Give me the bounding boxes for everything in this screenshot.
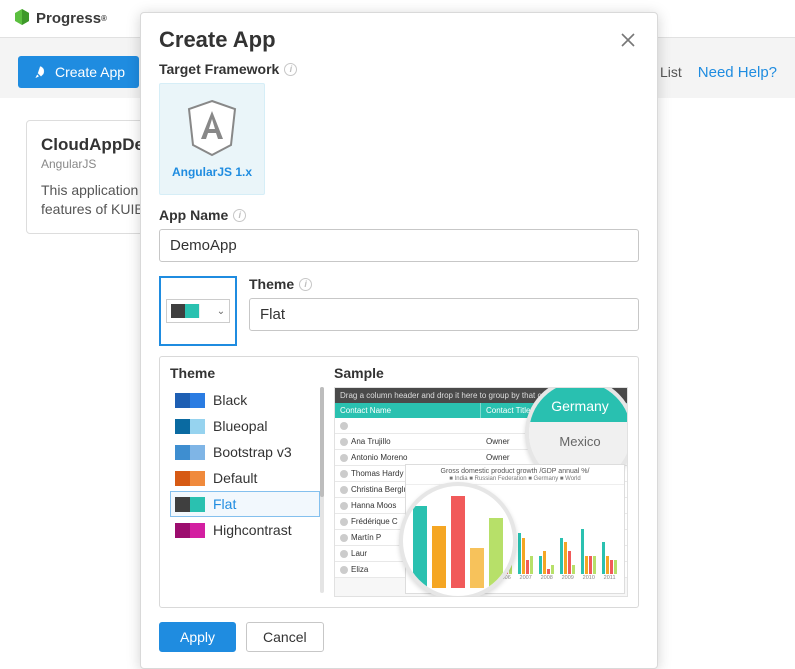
magnifier-bars bbox=[399, 482, 517, 597]
framework-name: AngularJS 1.x bbox=[172, 165, 252, 179]
theme-label: Theme i bbox=[249, 276, 639, 292]
theme-input[interactable] bbox=[249, 298, 639, 331]
create-app-button[interactable]: Create App bbox=[18, 56, 139, 88]
apply-button[interactable]: Apply bbox=[159, 622, 236, 652]
app-name-label: App Name i bbox=[159, 207, 639, 223]
close-icon[interactable] bbox=[617, 27, 639, 56]
modal-title: Create App bbox=[159, 27, 276, 53]
target-framework-label: Target Framework i bbox=[159, 61, 639, 77]
progress-icon bbox=[12, 9, 32, 29]
angularjs-icon bbox=[185, 99, 239, 157]
info-icon[interactable]: i bbox=[284, 63, 297, 76]
info-icon[interactable]: i bbox=[299, 278, 312, 291]
theme-swatch-picker[interactable]: ⌄ bbox=[159, 276, 237, 346]
info-icon[interactable]: i bbox=[233, 209, 246, 222]
sample-frame: Drag a column header and drop it here to… bbox=[334, 387, 628, 597]
theme-option-default[interactable]: Default bbox=[170, 465, 320, 491]
brand-name: Progress bbox=[36, 10, 101, 27]
app-name-input[interactable] bbox=[159, 229, 639, 262]
theme-list: Theme BlackBlueopalBootstrap v3DefaultFl… bbox=[170, 365, 320, 597]
brand-logo: Progress® bbox=[12, 9, 107, 29]
rocket-icon bbox=[32, 65, 47, 80]
theme-list-scrollbar[interactable] bbox=[320, 387, 324, 593]
theme-option-bootstrap-v3[interactable]: Bootstrap v3 bbox=[170, 439, 320, 465]
theme-option-flat[interactable]: Flat bbox=[170, 491, 320, 517]
help-link[interactable]: Need Help? bbox=[698, 64, 777, 81]
cancel-button[interactable]: Cancel bbox=[246, 622, 324, 652]
theme-sample: Sample Drag a column header and drop it … bbox=[334, 365, 628, 597]
chevron-down-icon: ⌄ bbox=[217, 306, 225, 317]
theme-option-blueopal[interactable]: Blueopal bbox=[170, 413, 320, 439]
theme-option-highcontrast[interactable]: Highcontrast bbox=[170, 517, 320, 543]
framework-tile-angularjs[interactable]: AngularJS 1.x bbox=[159, 83, 265, 195]
theme-dropdown-panel: Theme BlackBlueopalBootstrap v3DefaultFl… bbox=[159, 356, 639, 608]
theme-option-black[interactable]: Black bbox=[170, 387, 320, 413]
create-app-modal: Create App Target Framework i AngularJS … bbox=[140, 12, 658, 669]
